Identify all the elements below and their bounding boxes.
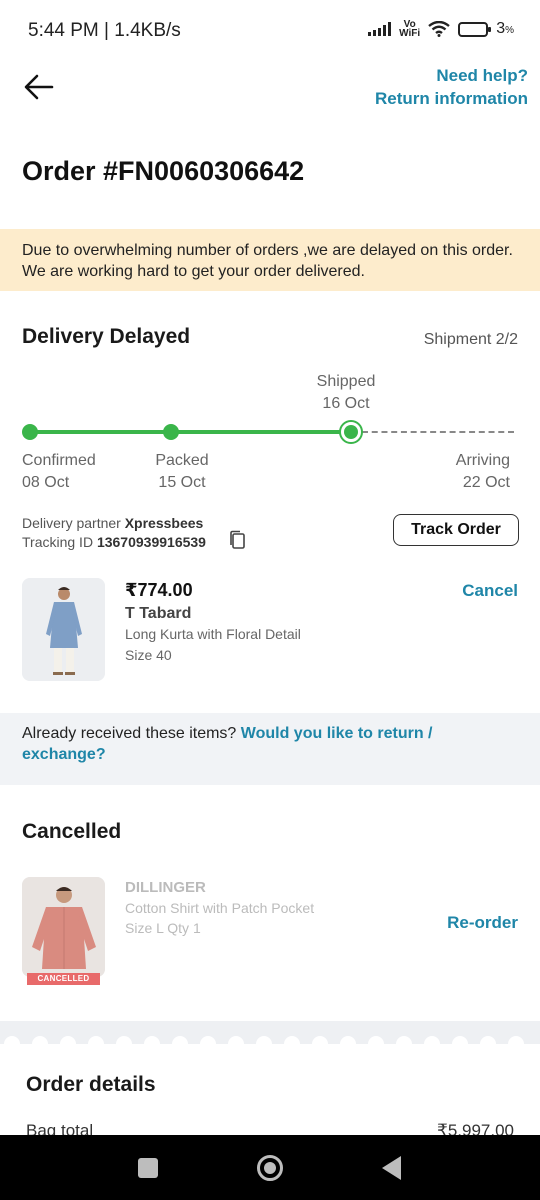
cancelled-badge: CANCELLED	[27, 973, 100, 985]
tracker-step-confirmed: Confirmed 08 Oct	[22, 450, 96, 494]
back-arrow-icon[interactable]	[22, 70, 56, 104]
step-label: Packed	[155, 452, 209, 469]
page-title: Order #FN0060306642	[22, 156, 305, 186]
nav-back-icon[interactable]	[382, 1156, 401, 1180]
nav-recents-icon[interactable]	[138, 1158, 158, 1178]
status-bar: 5:44 PM | 1.4KB/s Vo WiFi 3%	[0, 0, 540, 62]
tracker-step-shipped: Shipped 16 Oct	[307, 371, 385, 415]
delay-banner: Due to overwhelming number of orders ,we…	[0, 229, 540, 291]
cancelled-item-size-qty: Size L Qty 1	[125, 920, 201, 936]
status-icons: Vo WiFi 3%	[368, 19, 514, 39]
tracker-pending-line	[362, 431, 514, 433]
item-description: Long Kurta with Floral Detail	[125, 626, 301, 642]
cancelled-section-heading: Cancelled	[22, 820, 122, 843]
return-exchange-prompt: Already received these items? Would you …	[0, 713, 540, 785]
step-label: Arriving	[455, 452, 510, 469]
track-order-button[interactable]: Track Order	[393, 514, 519, 546]
copy-icon[interactable]	[228, 530, 246, 550]
step-date: 16 Oct	[322, 395, 370, 412]
nav-home-icon[interactable]	[257, 1155, 283, 1181]
cancelled-product-image[interactable]	[22, 877, 105, 977]
wifi-icon	[428, 21, 450, 37]
step-date: 15 Oct	[158, 474, 206, 491]
tracking-label: Tracking ID	[22, 534, 94, 550]
step-dot-confirmed	[22, 424, 38, 440]
delivery-status-heading: Delivery Delayed	[22, 325, 191, 348]
step-label: Shipped	[316, 373, 376, 390]
partner-name: Xpressbees	[124, 515, 204, 531]
order-details-heading: Order details	[26, 1073, 156, 1096]
item-brand: T Tabard	[125, 605, 192, 622]
tracker-step-packed: Packed 15 Oct	[142, 450, 222, 494]
tracking-id: 13670939916539	[96, 534, 206, 550]
product-image[interactable]	[22, 578, 105, 681]
reorder-button[interactable]: Re-order	[447, 913, 518, 933]
step-dot-current	[339, 420, 363, 444]
help-links: Need help? Return information	[375, 64, 528, 110]
battery-icon	[458, 21, 492, 37]
step-date: 08 Oct	[22, 474, 70, 491]
item-size: Size 40	[125, 647, 172, 663]
return-prompt-text: Already received these items?	[22, 725, 241, 742]
volte-wifi-indicator: Vo WiFi	[399, 19, 421, 39]
cancelled-item-description: Cotton Shirt with Patch Pocket	[125, 900, 315, 916]
tracker-progress-line	[30, 430, 352, 434]
status-time-speed: 5:44 PM | 1.4KB/s	[28, 20, 181, 41]
step-date: 22 Oct	[462, 474, 510, 491]
need-help-link[interactable]: Need help?	[375, 64, 528, 87]
cancel-item-button[interactable]: Cancel	[462, 581, 518, 601]
return-information-link[interactable]: Return information	[375, 87, 528, 110]
cancelled-item-brand: DILLINGER	[125, 879, 206, 896]
partner-label: Delivery partner	[22, 515, 121, 531]
signal-icon	[368, 22, 392, 36]
battery-percent: 3%	[496, 20, 514, 37]
delivery-partner-info: Delivery partner Xpressbees Tracking ID …	[22, 514, 206, 552]
step-dot-packed	[163, 424, 179, 440]
step-label: Confirmed	[22, 452, 96, 469]
item-price: ₹774.00	[125, 580, 193, 600]
shipment-count: Shipment 2/2	[423, 331, 518, 348]
tracker-step-arriving: Arriving 22 Oct	[456, 450, 510, 494]
